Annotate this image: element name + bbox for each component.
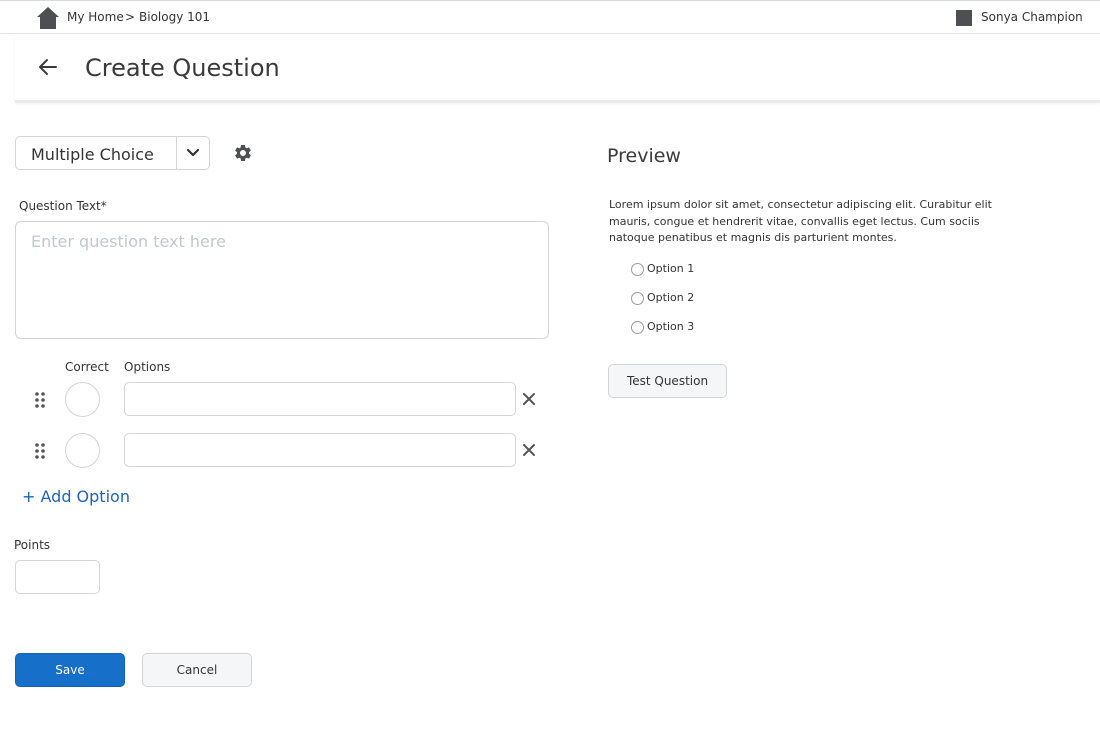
breadcrumb-home[interactable]: My Home	[67, 10, 124, 24]
question-text-label: Question Text*	[19, 199, 107, 213]
question-text-input[interactable]	[15, 221, 549, 339]
options-column-header: Options	[124, 360, 171, 374]
preview-option-radio[interactable]	[631, 292, 644, 305]
top-navigation-bar: My Home > Biology 101 Sonya Champion	[0, 0, 1100, 34]
preview-title: Preview	[607, 145, 681, 167]
close-icon[interactable]	[522, 392, 536, 406]
correct-column-header: Correct	[65, 360, 109, 374]
cancel-button[interactable]: Cancel	[142, 653, 252, 687]
question-type-select[interactable]: Multiple Choice	[15, 136, 210, 170]
correct-option-radio[interactable]	[65, 382, 100, 417]
preview-option-label: Option 2	[647, 291, 695, 304]
option-row	[0, 432, 560, 468]
question-type-value: Multiple Choice	[31, 145, 154, 164]
preview-option-label: Option 3	[647, 320, 695, 333]
preview-option-label: Option 1	[647, 262, 695, 275]
test-question-button[interactable]: Test Question	[608, 364, 727, 398]
page-header: Create Question	[15, 36, 1100, 103]
breadcrumb-course[interactable]: Biology 101	[139, 10, 210, 24]
correct-option-radio[interactable]	[65, 433, 100, 468]
breadcrumb-separator: >	[125, 10, 136, 24]
preview-option[interactable]: Option 1	[631, 262, 831, 278]
drag-handle-icon[interactable]	[34, 442, 46, 460]
user-avatar[interactable]	[956, 10, 972, 26]
preview-option-radio[interactable]	[631, 263, 644, 276]
points-label: Points	[14, 538, 51, 552]
option-input[interactable]	[124, 433, 516, 467]
select-divider	[176, 137, 177, 169]
preview-question-text: Lorem ipsum dolor sit amet, consectetur …	[609, 198, 992, 244]
home-icon[interactable]	[36, 6, 60, 30]
chevron-down-icon[interactable]	[186, 146, 200, 160]
preview-option-radio[interactable]	[631, 321, 644, 334]
option-row	[0, 381, 560, 417]
preview-option[interactable]: Option 2	[631, 291, 831, 307]
gear-icon[interactable]	[233, 143, 253, 163]
add-option-link[interactable]: + Add Option	[22, 487, 130, 506]
points-input[interactable]	[15, 560, 100, 594]
page-title: Create Question	[85, 54, 280, 82]
arrow-left-icon[interactable]	[37, 56, 59, 78]
preview-option[interactable]: Option 3	[631, 320, 831, 336]
option-input[interactable]	[124, 382, 516, 416]
close-icon[interactable]	[522, 443, 536, 457]
user-name[interactable]: Sonya Champion	[981, 10, 1083, 24]
save-button[interactable]: Save	[15, 653, 125, 687]
drag-handle-icon[interactable]	[34, 391, 46, 409]
